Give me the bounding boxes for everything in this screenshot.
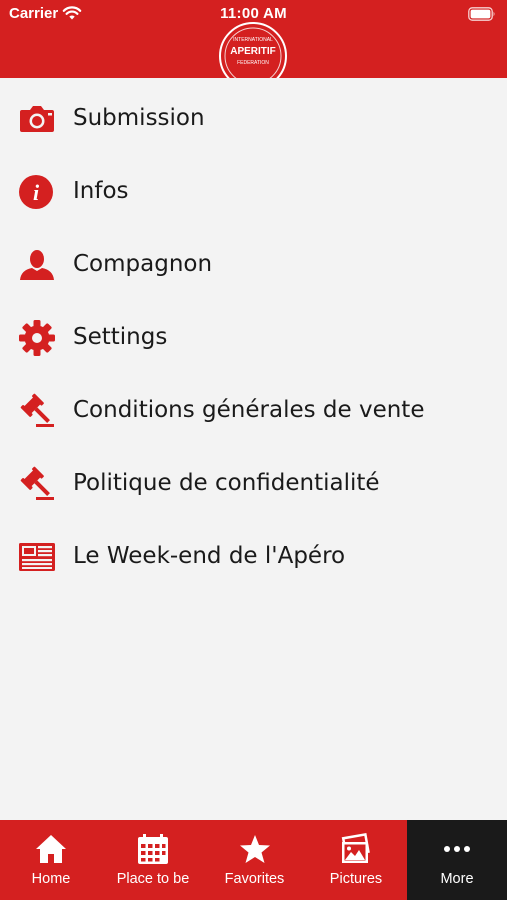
menu-item-politique[interactable]: Politique de confidentialité — [0, 447, 507, 520]
app-header: Carrier 11:00 AM INTERNATIONAL APERITIF … — [0, 0, 507, 78]
status-time: 11:00 AM — [220, 5, 287, 22]
menu-item-label: Infos — [73, 178, 129, 204]
menu-item-label: Compagnon — [73, 251, 213, 277]
menu-item-compagnon[interactable]: Compagnon — [0, 228, 507, 301]
menu-item-label: Submission — [73, 105, 205, 131]
menu-item-infos[interactable]: i Infos — [0, 155, 507, 228]
logo-line2: APERITIF — [230, 46, 276, 57]
gavel-icon — [18, 392, 56, 430]
tab-favorites[interactable]: Favorites — [204, 820, 305, 900]
tab-label: More — [440, 871, 474, 887]
tab-pictures[interactable]: Pictures — [305, 820, 407, 900]
menu-item-settings[interactable]: Settings — [0, 301, 507, 374]
tab-more[interactable]: More — [407, 820, 507, 900]
menu-item-label: Politique de confidentialité — [73, 470, 380, 496]
star-icon — [238, 832, 272, 866]
gavel-icon — [18, 465, 56, 503]
newspaper-icon — [18, 538, 56, 576]
menu-item-label: Settings — [73, 324, 168, 350]
more-icon — [440, 832, 474, 866]
tab-home[interactable]: Home — [0, 820, 102, 900]
gear-icon — [18, 319, 56, 357]
camera-icon — [18, 100, 56, 138]
menu-item-submission[interactable]: Submission — [0, 82, 507, 155]
tab-label: Pictures — [329, 871, 383, 887]
home-icon — [34, 832, 68, 866]
pictures-icon — [339, 832, 373, 866]
logo-line3: FEDERATION — [237, 60, 269, 66]
menu-item-label: Conditions générales de vente — [73, 397, 425, 423]
tab-label: Favorites — [224, 871, 285, 887]
menu-item-weekend-apero[interactable]: Le Week-end de l'Apéro — [0, 520, 507, 593]
tab-bar: Home Place to be Favorites Pictures More — [0, 820, 507, 900]
svg-text:i: i — [33, 180, 40, 205]
tab-place-to-be[interactable]: Place to be — [102, 820, 204, 900]
tab-label: Home — [31, 871, 71, 887]
battery-icon — [468, 7, 496, 26]
person-icon — [18, 246, 56, 284]
calendar-icon — [136, 832, 170, 866]
logo-line1: INTERNATIONAL — [233, 37, 273, 43]
menu-item-label: Le Week-end de l'Apéro — [73, 543, 346, 569]
menu-item-conditions[interactable]: Conditions générales de vente — [0, 374, 507, 447]
tab-label: Place to be — [116, 871, 190, 887]
info-icon: i — [18, 173, 56, 211]
aperitif-logo: INTERNATIONAL APERITIF FEDERATION — [219, 22, 287, 78]
